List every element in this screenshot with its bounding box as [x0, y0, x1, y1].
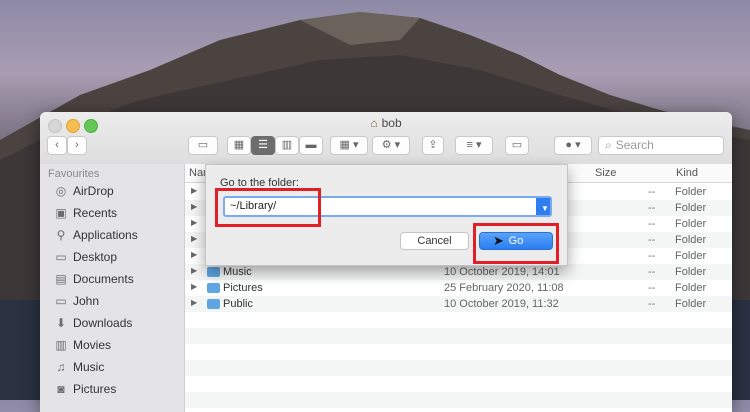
- disclosure-triangle-icon[interactable]: ▶: [191, 250, 197, 259]
- path-history-dropdown[interactable]: ▼: [536, 198, 550, 215]
- cancel-button[interactable]: Cancel: [400, 232, 469, 250]
- tags-button[interactable]: ▭: [505, 136, 529, 155]
- document-icon: ▤: [55, 272, 67, 286]
- gallery-icon: ▬: [305, 139, 317, 151]
- columns-icon: ▥: [281, 139, 293, 151]
- arrange-icon: ≡ ▾: [466, 139, 482, 151]
- chevron-left-icon: ‹: [55, 139, 59, 151]
- group-button[interactable]: ▦ ▾: [330, 136, 368, 155]
- table-row[interactable]: ▶ Pictures 25 February 2020, 11:08 -- Folder: [185, 280, 732, 296]
- sidebar-item-desktop[interactable]: ▭ Desktop: [54, 250, 117, 264]
- column-size[interactable]: Size: [595, 167, 616, 179]
- disclosure-triangle-icon[interactable]: ▶: [191, 298, 197, 307]
- back-button[interactable]: ‹: [47, 136, 67, 155]
- empty-row: [185, 376, 732, 392]
- home-folder-icon: ⌂: [370, 116, 378, 130]
- window-title: ⌂ bob: [370, 116, 402, 130]
- music-icon: ♫: [56, 360, 66, 374]
- sidebar-item-label: Music: [73, 360, 105, 374]
- dropbox-button[interactable]: ● ▾: [554, 136, 592, 155]
- table-row[interactable]: ▶ Public 10 October 2019, 11:32 -- Folder: [185, 296, 732, 312]
- search-icon: ⌕: [605, 138, 612, 152]
- sidebar-item-label: John: [73, 294, 100, 308]
- disclosure-triangle-icon[interactable]: ▶: [191, 202, 197, 211]
- movie-icon: ▥: [55, 338, 67, 352]
- highlight-box-path-field: [215, 188, 321, 227]
- camera-icon: ◙: [57, 382, 65, 396]
- folder-icon: [207, 283, 220, 293]
- disclosure-triangle-icon[interactable]: ▶: [191, 266, 197, 275]
- gear-icon: ⚙ ▾: [381, 139, 401, 151]
- dropbox-icon: ● ▾: [565, 139, 581, 151]
- sidebar-item-applications[interactable]: ⚲ Applications: [54, 228, 138, 242]
- sidebar-item-pictures[interactable]: ◙ Pictures: [54, 382, 116, 396]
- search-placeholder: Search: [615, 138, 654, 152]
- folder-icon: ▭: [55, 294, 67, 308]
- list-icon: ☰: [258, 139, 268, 151]
- sidebar-section-title: Favourites: [48, 168, 100, 180]
- disclosure-triangle-icon[interactable]: ▶: [191, 282, 197, 291]
- chevron-down-icon: ▼: [541, 204, 549, 213]
- chevron-right-icon: ›: [75, 139, 79, 151]
- disclosure-triangle-icon[interactable]: ▶: [191, 234, 197, 243]
- folder-icon: [207, 267, 220, 277]
- gallery-view-button[interactable]: ▬: [299, 136, 323, 155]
- sidebar-item-label: Applications: [73, 228, 138, 242]
- column-kind[interactable]: Kind: [676, 167, 698, 179]
- highlight-box-go-button: [473, 223, 559, 264]
- sidebar-item-downloads[interactable]: ⬇ Downloads: [54, 316, 132, 330]
- icon-view-button[interactable]: ▦: [227, 136, 251, 155]
- recents-icon: ▣: [55, 206, 67, 220]
- sidebar: Favourites ◎ AirDrop ▣ Recents ⚲ Applicatio…: [40, 164, 185, 412]
- desktop-icon: ▭: [55, 250, 67, 264]
- empty-row: [185, 344, 732, 360]
- empty-row: [185, 312, 732, 328]
- forward-button[interactable]: ›: [67, 136, 87, 155]
- sidebar-item-label: Pictures: [73, 382, 117, 396]
- disclosure-triangle-icon[interactable]: ▶: [191, 218, 197, 227]
- arrange-button[interactable]: ≡ ▾: [455, 136, 493, 155]
- sidebar-item-label: Recents: [73, 206, 118, 220]
- folder-icon: ▭: [197, 139, 209, 151]
- sidebar-item-label: Desktop: [73, 250, 118, 264]
- group-icon: ▦ ▾: [339, 139, 359, 151]
- tag-icon: ▭: [511, 139, 523, 151]
- sidebar-item-movies[interactable]: ▥ Movies: [54, 338, 111, 352]
- empty-row: [185, 328, 732, 344]
- sidebar-item-label: Documents: [73, 272, 134, 286]
- disclosure-triangle-icon[interactable]: ▶: [191, 186, 197, 195]
- new-folder-button[interactable]: ▭: [188, 136, 218, 155]
- empty-row: [185, 392, 732, 408]
- search-input[interactable]: ⌕ Search: [598, 136, 724, 155]
- applications-icon: ⚲: [56, 228, 66, 242]
- sidebar-item-documents[interactable]: ▤ Documents: [54, 272, 134, 286]
- download-icon: ⬇: [55, 316, 67, 330]
- sidebar-item-label: AirDrop: [73, 184, 114, 198]
- share-button[interactable]: ⇪: [422, 136, 444, 155]
- folder-icon: [207, 299, 220, 309]
- sidebar-item-airdrop[interactable]: ◎ AirDrop: [54, 184, 114, 198]
- empty-row: [185, 360, 732, 376]
- list-view-button[interactable]: ☰: [251, 136, 275, 155]
- table-row[interactable]: ▶ Music 10 October 2019, 14:01 -- Folder: [185, 264, 732, 280]
- grid-icon: ▦: [233, 139, 245, 151]
- sidebar-item-music[interactable]: ♫ Music: [54, 360, 105, 374]
- sidebar-item-label: Movies: [73, 338, 112, 352]
- title-bar: ⌂ bob ‹ › ▭ ▦ ☰ ▥ ▬ ▦ ▾ ⚙ ▾ ⇪ ≡ ▾ ▭ ● ▾ ⌕…: [40, 112, 732, 165]
- column-view-button[interactable]: ▥: [275, 136, 299, 155]
- airdrop-icon: ◎: [55, 184, 67, 198]
- action-button[interactable]: ⚙ ▾: [372, 136, 410, 155]
- share-icon: ⇪: [428, 139, 438, 151]
- sidebar-item-label: Downloads: [73, 316, 133, 330]
- sidebar-item-john[interactable]: ▭ John: [54, 294, 99, 308]
- sidebar-item-recents[interactable]: ▣ Recents: [54, 206, 117, 220]
